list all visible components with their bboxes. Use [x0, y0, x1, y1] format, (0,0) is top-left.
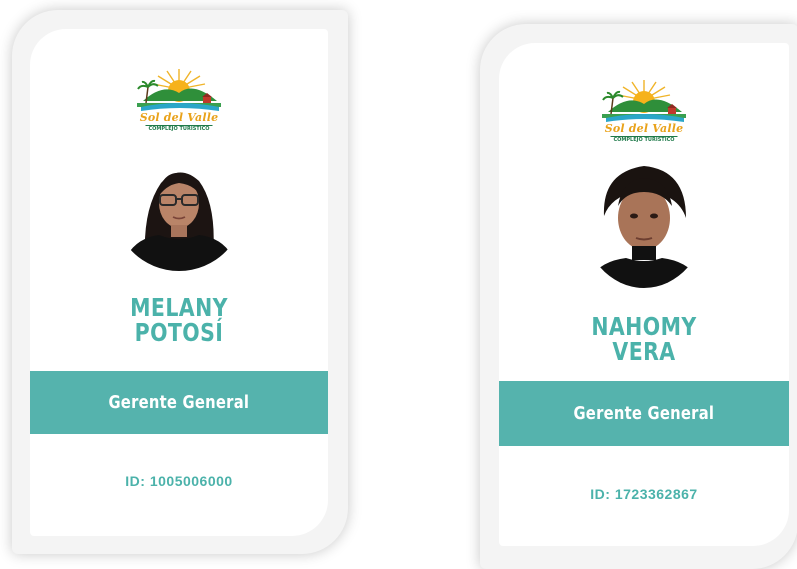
employee-last-name: VERA [612, 337, 676, 366]
employee-first-name: MELANY [130, 293, 228, 322]
employee-id: ID: 1005006000 [125, 473, 233, 489]
resort-logo: Sol del Valle COMPLEJO TURISTICO [133, 67, 225, 137]
logo-subtitle: COMPLEJO TURISTICO [610, 136, 678, 143]
employee-photo [113, 139, 245, 271]
logo-title: Sol del Valle [139, 111, 219, 124]
resort-logo: Sol del Valle COMPLEJO TURISTICO [598, 78, 690, 148]
id-card: Sol del Valle COMPLEJO TURISTICO MELANY … [30, 29, 328, 536]
employee-last-name: POTOSÍ [134, 318, 224, 347]
logo-title: Sol del Valle [604, 122, 684, 135]
employee-role: Gerente General [573, 403, 715, 424]
role-band: Gerente General [30, 371, 328, 434]
role-band: Gerente General [499, 381, 789, 446]
id-card: Sol del Valle COMPLEJO TURISTICO NAHOMY … [499, 43, 789, 546]
sun-mountain-icon [602, 80, 686, 122]
employee-name: MELANY POTOSÍ [57, 295, 301, 345]
employee-first-name: NAHOMY [591, 312, 697, 341]
employee-id: ID: 1723362867 [590, 486, 698, 502]
logo-subtitle: COMPLEJO TURISTICO [145, 125, 213, 132]
sun-mountain-icon [137, 69, 221, 111]
employee-photo [582, 146, 706, 288]
employee-role: Gerente General [108, 392, 250, 413]
employee-name: NAHOMY VERA [525, 314, 763, 364]
